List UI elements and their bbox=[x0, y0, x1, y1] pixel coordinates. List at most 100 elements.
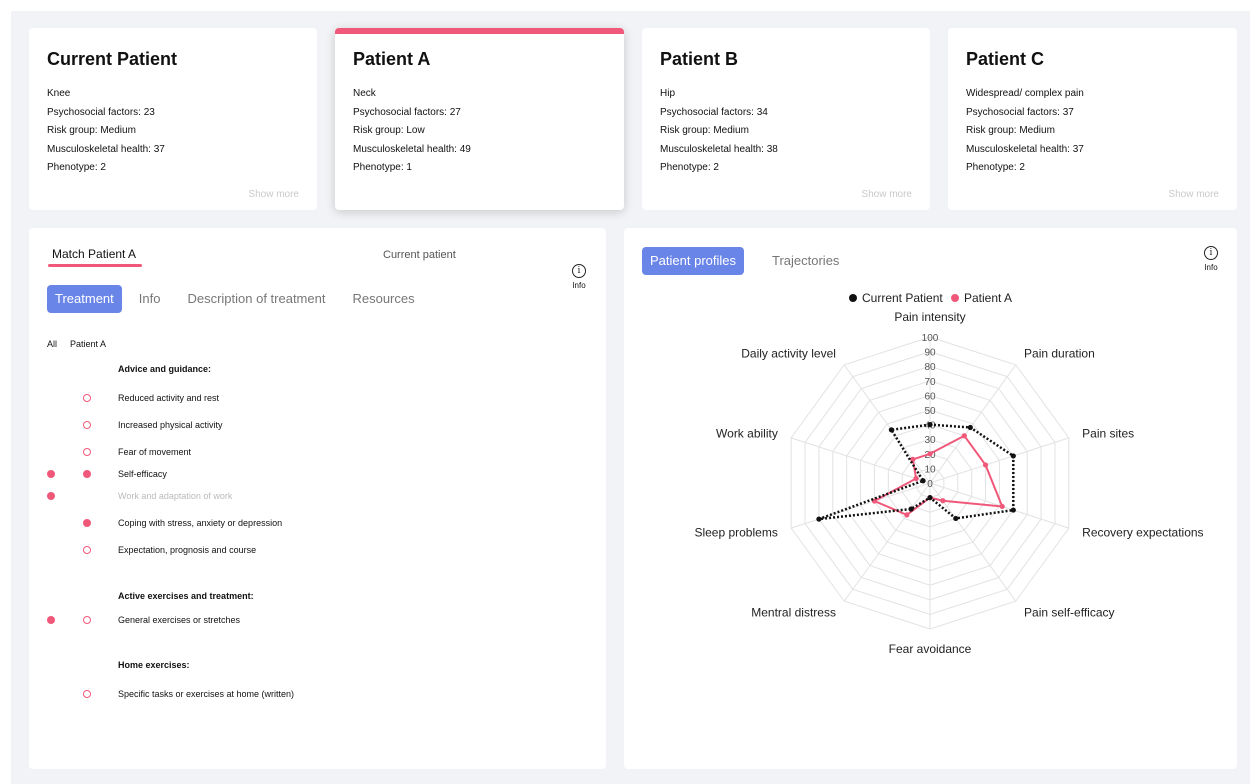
grid-spoke bbox=[843, 482, 931, 602]
treatment-label: Reduced activity and rest bbox=[118, 393, 220, 403]
card-current-patient[interactable]: Current Patient Knee Psychosocial factor… bbox=[29, 28, 317, 210]
card-phenotype: Phenotype: 1 bbox=[353, 162, 412, 174]
treatment-row: Reduced activity and rest bbox=[29, 391, 606, 405]
tab-current-patient[interactable]: Current patient bbox=[383, 249, 456, 261]
info-button[interactable]: i Info bbox=[567, 264, 591, 290]
indicator-hollow-icon bbox=[83, 616, 91, 624]
subtab-resources[interactable]: Resources bbox=[344, 285, 422, 313]
data-point bbox=[961, 433, 967, 439]
data-point bbox=[816, 516, 822, 522]
card-psychosocial: Psychosocial factors: 27 bbox=[353, 106, 461, 118]
indicator-filled-icon bbox=[47, 616, 55, 624]
legend-marker bbox=[951, 294, 959, 302]
indicator-hollow-icon bbox=[83, 448, 91, 456]
data-point bbox=[910, 456, 916, 462]
treatment-section-header: Active exercises and treatment: bbox=[29, 589, 606, 603]
show-more-link[interactable]: Show more bbox=[248, 189, 299, 200]
data-point bbox=[927, 451, 933, 457]
tab-match-patient[interactable]: Match Patient A bbox=[52, 247, 136, 261]
treatment-row: Self-efficacy bbox=[29, 467, 606, 481]
info-icon: i bbox=[572, 264, 586, 278]
card-psychosocial: Psychosocial factors: 34 bbox=[660, 106, 768, 118]
axis-label: Pain duration bbox=[1024, 347, 1095, 361]
treatment-row: Increased physical activity bbox=[29, 418, 606, 432]
treatment-row: General exercises or stretches bbox=[29, 613, 606, 627]
legend-marker bbox=[849, 294, 857, 302]
treatment-label: Advice and guidance: bbox=[118, 364, 212, 374]
treatment-row: Specific tasks or exercises at home (wri… bbox=[29, 687, 606, 701]
card-patient-c[interactable]: Patient C Widespread/ complex pain Psych… bbox=[948, 28, 1237, 210]
card-msk-health: Musculoskeletal health: 38 bbox=[660, 143, 778, 155]
tick-label: 100 bbox=[922, 333, 939, 344]
treatment-label: Coping with stress, anxiety or depressio… bbox=[118, 518, 283, 528]
show-more-link[interactable]: Show more bbox=[1168, 189, 1219, 200]
axis-label: Work ability bbox=[716, 427, 778, 441]
card-title: Current Patient bbox=[47, 49, 178, 69]
subtab-info[interactable]: Info bbox=[131, 285, 169, 313]
show-more-link[interactable]: Show more bbox=[861, 189, 912, 200]
card-phenotype: Phenotype: 2 bbox=[47, 162, 106, 174]
tick-label: 80 bbox=[924, 362, 936, 373]
info-button[interactable]: i Info bbox=[1199, 246, 1223, 272]
data-point bbox=[920, 478, 926, 484]
data-point bbox=[982, 462, 989, 468]
grid-spoke bbox=[843, 364, 931, 484]
card-patient-a[interactable]: Patient A Neck Psychosocial factors: 27 … bbox=[335, 28, 624, 210]
data-point bbox=[904, 512, 910, 518]
axis-label: Pain self-efficacy bbox=[1024, 605, 1115, 619]
axis-label: Mentral distress bbox=[751, 605, 836, 619]
card-psychosocial: Psychosocial factors: 23 bbox=[47, 106, 155, 118]
data-point bbox=[927, 422, 933, 428]
data-point bbox=[913, 475, 919, 482]
data-point bbox=[1010, 453, 1016, 459]
data-point bbox=[1010, 507, 1016, 513]
tab-trajectories[interactable]: Trajectories bbox=[764, 247, 847, 275]
treatment-row: Coping with stress, anxiety or depressio… bbox=[29, 516, 606, 530]
card-risk-group: Risk group: Low bbox=[353, 125, 425, 137]
data-point bbox=[967, 424, 973, 431]
data-point bbox=[999, 503, 1005, 510]
treatment-subtabs: Treatment Info Description of treatment … bbox=[47, 285, 434, 313]
treatment-row: Work and adaptation of work bbox=[29, 489, 606, 503]
data-point bbox=[927, 495, 933, 501]
card-risk-group: Risk group: Medium bbox=[966, 125, 1055, 137]
indicator-filled-icon bbox=[47, 470, 55, 478]
axis-label: Pain sites bbox=[1082, 427, 1134, 441]
legend-label: Current Patient bbox=[862, 291, 943, 305]
card-patient-b[interactable]: Patient B Hip Psychosocial factors: 34 R… bbox=[642, 28, 930, 210]
subtab-treatment[interactable]: Treatment bbox=[47, 285, 122, 313]
tab-patient-profiles[interactable]: Patient profiles bbox=[642, 247, 744, 275]
card-title: Patient B bbox=[660, 49, 739, 69]
axis-label: Daily activity level bbox=[741, 347, 836, 361]
card-title: Patient C bbox=[966, 49, 1045, 69]
treatment-label: Work and adaptation of work bbox=[118, 491, 233, 501]
treatment-row: Expectation, prognosis and course bbox=[29, 543, 606, 557]
treatment-section-header: Advice and guidance: bbox=[29, 362, 606, 376]
indicator-filled-icon bbox=[47, 492, 55, 500]
data-point bbox=[953, 515, 959, 522]
card-title: Patient A bbox=[353, 49, 431, 69]
treatment-label: Home exercises: bbox=[118, 660, 190, 670]
treatment-row: Fear of movement bbox=[29, 445, 606, 459]
treatment-label: Expectation, prognosis and course bbox=[118, 545, 257, 555]
indicator-hollow-icon bbox=[83, 690, 91, 698]
indicator-filled-icon bbox=[83, 470, 91, 478]
data-point bbox=[888, 427, 894, 433]
card-phenotype: Phenotype: 2 bbox=[966, 162, 1025, 174]
profiles-panel: Patient profiles Trajectories i Info 0 10… bbox=[624, 228, 1237, 769]
card-location: Knee bbox=[47, 88, 71, 99]
active-tab-indicator bbox=[48, 264, 142, 267]
card-phenotype: Phenotype: 2 bbox=[660, 162, 719, 174]
card-msk-health: Musculoskeletal health: 37 bbox=[966, 143, 1084, 155]
tick-label: 70 bbox=[924, 377, 936, 388]
info-label: Info bbox=[1204, 263, 1218, 272]
tick-label: 50 bbox=[924, 406, 936, 417]
tick-label: 60 bbox=[924, 391, 936, 402]
radar-chart: 0102030405060708090100Pain intensityPain… bbox=[694, 291, 1203, 656]
axis-label: Pain intensity bbox=[894, 310, 965, 324]
card-risk-group: Risk group: Medium bbox=[47, 125, 136, 137]
card-msk-health: Musculoskeletal health: 37 bbox=[47, 143, 165, 155]
tick-label: 90 bbox=[924, 348, 936, 359]
subtab-description[interactable]: Description of treatment bbox=[179, 285, 333, 313]
treatment-section-header: Home exercises: bbox=[29, 658, 606, 672]
